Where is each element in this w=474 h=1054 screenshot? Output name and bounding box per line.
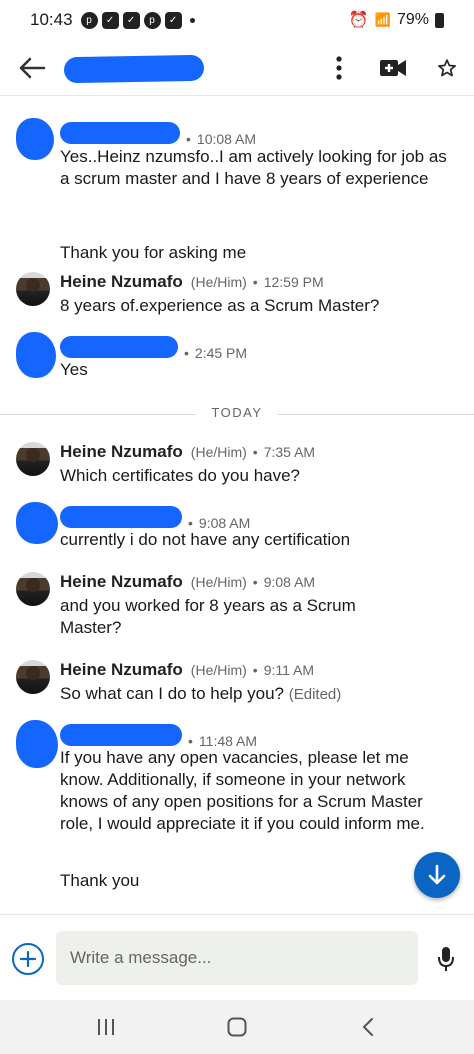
more-notifications-dot bbox=[189, 17, 195, 23]
arrow-down-icon bbox=[428, 864, 446, 885]
message-text: Thank you for asking me bbox=[60, 243, 247, 262]
sender-name-redacted[interactable] bbox=[60, 506, 182, 528]
message-time: 10:08 AM bbox=[196, 131, 257, 147]
sender-name[interactable]: Heine Nzumafo bbox=[60, 272, 183, 292]
sender-name[interactable]: Heine Nzumafo bbox=[60, 660, 183, 680]
message-input[interactable] bbox=[56, 931, 418, 985]
message-text: Thank you bbox=[60, 871, 140, 890]
star-button[interactable] bbox=[420, 40, 474, 96]
battery-percent: 79% bbox=[396, 11, 429, 28]
avatar[interactable] bbox=[16, 442, 50, 476]
message-thread[interactable]: • 10:08 AM Yes..Heinz nzumsfo..I am acti… bbox=[0, 96, 474, 914]
sender-name-redacted[interactable] bbox=[60, 336, 178, 358]
message-time: 7:35 AM bbox=[263, 444, 316, 460]
sender-name[interactable]: Heine Nzumafo bbox=[60, 442, 183, 462]
back-button[interactable] bbox=[0, 40, 64, 96]
scroll-to-bottom-button[interactable] bbox=[414, 852, 460, 898]
message-composer bbox=[0, 914, 474, 1000]
system-navigation-bar bbox=[0, 1000, 474, 1054]
pinterest-icon: p bbox=[80, 11, 98, 29]
battery-icon bbox=[435, 12, 444, 28]
wifi-icon: 📶 bbox=[374, 12, 391, 27]
recents-icon bbox=[97, 1019, 114, 1035]
message-text: Yes..Heinz nzumsfo..I am actively lookin… bbox=[60, 147, 447, 188]
sender-pronouns: (He/Him) bbox=[190, 574, 247, 590]
add-attachment-button[interactable] bbox=[12, 943, 44, 975]
date-divider-label: TODAY bbox=[211, 405, 263, 420]
more-options-button[interactable] bbox=[312, 40, 366, 96]
system-back-button[interactable] bbox=[338, 1005, 398, 1049]
notification-icons: p ✓ ✓ p ✓ bbox=[80, 11, 195, 29]
system-status: ⏰ 📶 79% bbox=[349, 10, 444, 30]
more-vertical-icon bbox=[336, 55, 342, 80]
back-chevron-icon bbox=[362, 1018, 374, 1036]
edited-label: (Edited) bbox=[288, 686, 342, 703]
recents-button[interactable] bbox=[76, 1005, 136, 1049]
message-time: 9:11 AM bbox=[263, 662, 315, 678]
star-outline-icon bbox=[438, 58, 456, 76]
video-call-icon bbox=[380, 59, 406, 76]
sender-name[interactable]: Heine Nzumafo bbox=[60, 572, 183, 592]
avatar[interactable] bbox=[16, 572, 50, 606]
message-text: and you worked for 8 years as a Scrum Ma… bbox=[60, 596, 356, 637]
conversation-header bbox=[0, 40, 474, 96]
pinterest-icon: p bbox=[143, 11, 161, 29]
home-button[interactable] bbox=[207, 1005, 267, 1049]
alarm-icon: ⏰ bbox=[348, 12, 369, 29]
app-notification-icon: ✓ bbox=[122, 11, 140, 29]
voice-message-button[interactable] bbox=[430, 943, 462, 975]
contact-name-redacted[interactable] bbox=[63, 54, 205, 84]
arrow-left-icon bbox=[19, 57, 46, 78]
app-notification-icon: ✓ bbox=[101, 11, 119, 29]
status-time: 10:43 bbox=[30, 10, 73, 29]
sender-pronouns: (He/Him) bbox=[190, 444, 247, 460]
sender-name-redacted[interactable] bbox=[60, 122, 180, 144]
avatar[interactable] bbox=[16, 720, 58, 768]
message-time: 9:08 AM bbox=[263, 574, 316, 590]
microphone-icon bbox=[438, 947, 454, 971]
message-text-content: So what can I do to help you? bbox=[60, 684, 284, 703]
avatar[interactable] bbox=[16, 118, 54, 160]
sender-pronouns: (He/Him) bbox=[190, 274, 247, 290]
home-icon bbox=[227, 1017, 247, 1037]
message-text: Which certificates do you have? bbox=[60, 466, 301, 485]
status-bar: 10:43 p ✓ ✓ p ✓ ⏰ 📶 79% bbox=[0, 0, 474, 40]
sender-pronouns: (He/Him) bbox=[190, 662, 247, 678]
avatar[interactable] bbox=[16, 332, 56, 378]
message-text: currently i do not have any certificatio… bbox=[60, 530, 351, 549]
avatar[interactable] bbox=[16, 502, 58, 544]
message-text: 8 years of.experience as a Scrum Master? bbox=[60, 296, 380, 315]
message-text: Yes bbox=[60, 360, 88, 379]
message-text: If you have any open vacancies, please l… bbox=[60, 748, 425, 833]
date-divider: TODAY bbox=[0, 404, 474, 424]
video-call-button[interactable] bbox=[366, 40, 420, 96]
plus-icon bbox=[20, 951, 36, 967]
avatar[interactable] bbox=[16, 660, 50, 694]
avatar[interactable] bbox=[16, 272, 50, 306]
app-notification-icon: ✓ bbox=[164, 11, 182, 29]
message-time: 12:59 PM bbox=[263, 274, 324, 290]
message-text: So what can I do to help you? (Edited) bbox=[60, 683, 450, 706]
sender-name-redacted[interactable] bbox=[60, 724, 182, 746]
